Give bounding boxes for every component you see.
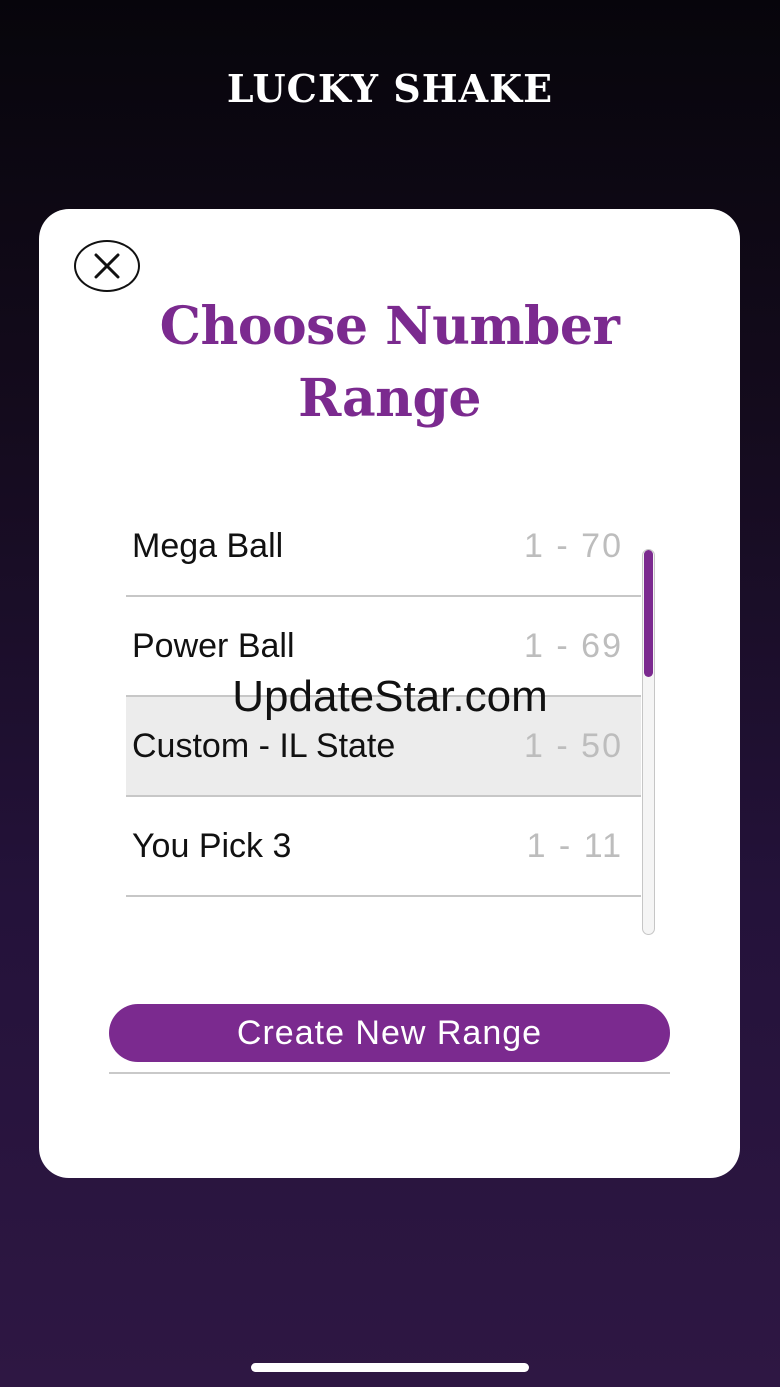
range-values: 1 - 70 xyxy=(524,526,623,565)
home-indicator[interactable] xyxy=(251,1363,529,1372)
dialog-title-line-1: Choose Number xyxy=(159,296,620,357)
close-icon xyxy=(94,253,120,279)
range-name: Power Ball xyxy=(132,626,295,665)
range-values: 1 - 50 xyxy=(524,726,623,765)
watermark: UpdateStar.com xyxy=(232,672,548,721)
scrollbar-thumb[interactable] xyxy=(644,550,653,677)
app-title: LUCKY SHAKE xyxy=(226,66,554,111)
range-item-mega-ball[interactable]: Mega Ball 1 - 70 xyxy=(126,497,641,597)
range-item-you-pick-3[interactable]: You Pick 3 1 - 11 xyxy=(126,797,641,897)
divider xyxy=(109,1072,670,1074)
close-button[interactable] xyxy=(74,240,140,292)
range-name: You Pick 3 xyxy=(132,826,292,865)
range-name: Custom - IL State xyxy=(132,726,396,765)
dialog-title: Choose Number Range xyxy=(39,291,740,435)
range-values: 1 - 69 xyxy=(524,626,623,665)
dialog-title-line-2: Range xyxy=(298,368,481,429)
range-values: 1 - 11 xyxy=(526,826,623,865)
range-name: Mega Ball xyxy=(132,526,284,565)
create-new-range-button[interactable]: Create New Range xyxy=(109,1004,670,1062)
range-list-scrollbar[interactable] xyxy=(642,549,655,935)
